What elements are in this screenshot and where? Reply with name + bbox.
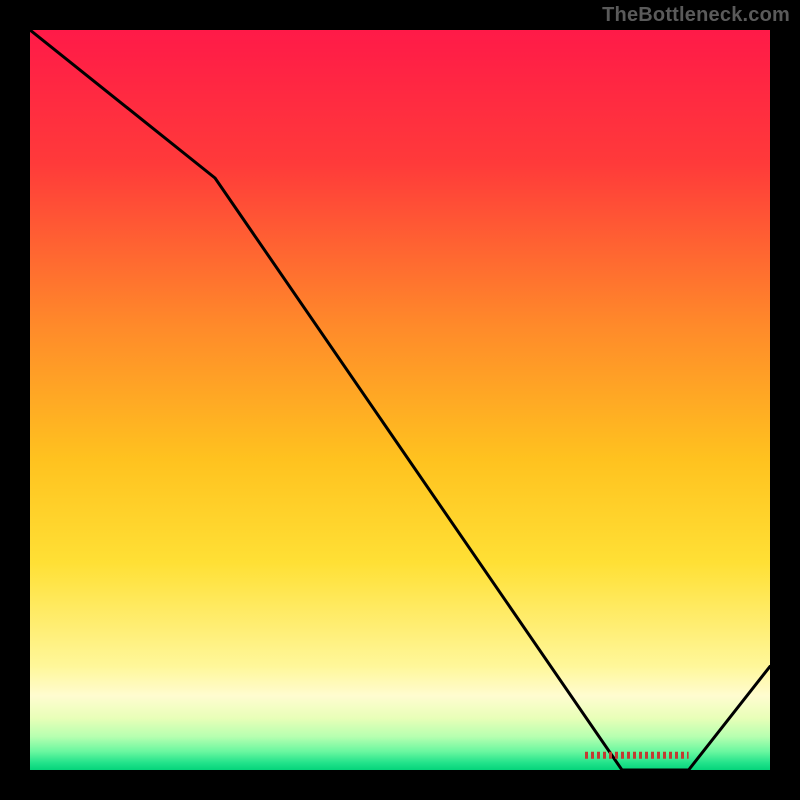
gradient-rect <box>30 30 770 770</box>
watermark-label: TheBottleneck.com <box>602 4 790 27</box>
chart-frame: TheBottleneck.com <box>0 0 800 800</box>
chart-svg <box>30 30 770 770</box>
plot-area <box>30 30 770 770</box>
